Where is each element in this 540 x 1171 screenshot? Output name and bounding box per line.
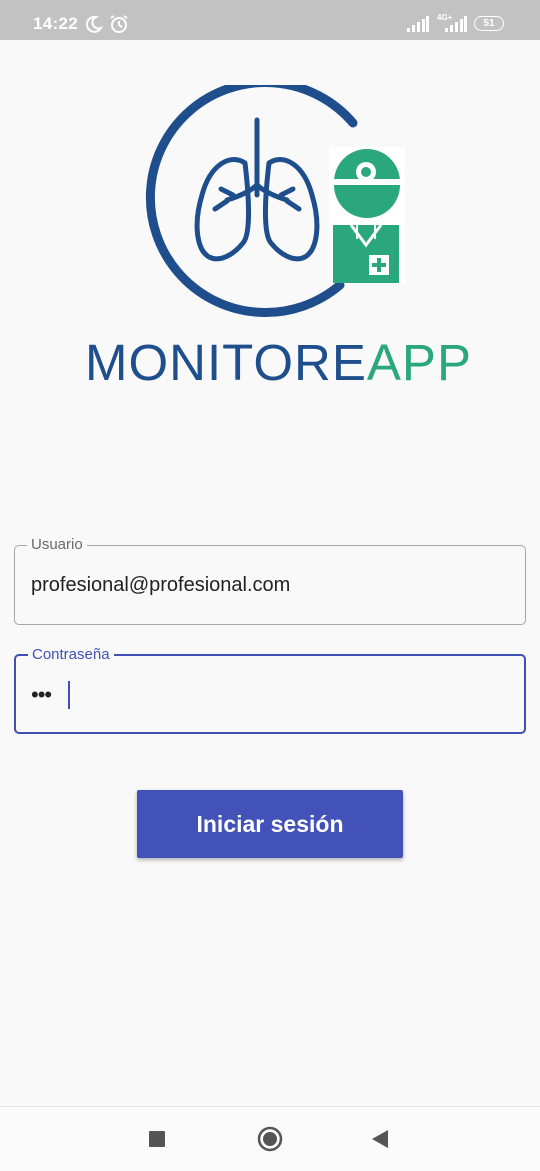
username-label: Usuario (27, 536, 87, 554)
logo-text-app: APP (366, 334, 472, 391)
back-icon[interactable] (371, 1129, 389, 1149)
signal-icon (407, 16, 429, 32)
logo-text: MONITOREAPP (85, 333, 471, 393)
password-field[interactable]: Contraseña ••• (14, 646, 526, 734)
navigation-bar (0, 1106, 540, 1171)
status-time: 14:22 (33, 14, 78, 33)
battery-level: 51 (483, 17, 495, 29)
battery-icon: 51 (474, 16, 504, 31)
password-value: ••• (31, 682, 52, 707)
status-bar: 14:22 4G+ 51 (0, 0, 540, 40)
password-label: Contraseña (28, 646, 114, 664)
doctor-icon (329, 147, 405, 283)
app-logo: MONITOREAPP (85, 78, 471, 395)
home-icon[interactable] (257, 1126, 283, 1152)
recent-apps-icon[interactable] (149, 1131, 165, 1147)
signal-4g-icon (445, 16, 467, 32)
username-value: profesional@profesional.com (31, 574, 291, 596)
text-cursor (68, 681, 70, 709)
alarm-icon (110, 15, 128, 33)
lungs-icon (194, 117, 320, 262)
login-button[interactable]: Iniciar sesión (137, 790, 403, 858)
logo-text-monitore: MONITORE (85, 334, 367, 391)
moon-icon (85, 15, 103, 33)
username-field[interactable]: Usuario profesional@profesional.com (14, 536, 526, 625)
